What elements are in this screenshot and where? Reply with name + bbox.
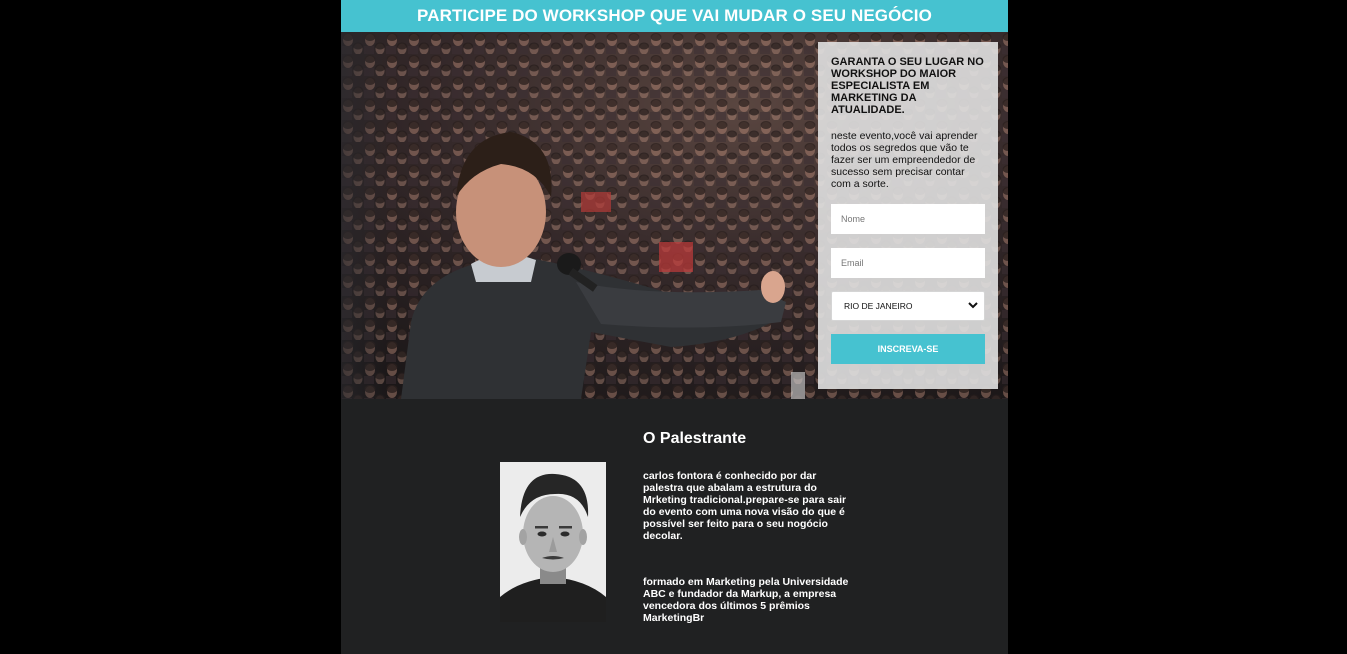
speaker-section-title: O Palestrante <box>643 430 747 447</box>
speaker-portrait <box>500 462 606 622</box>
speaker-bio-paragraph-2: formado em Marketing pela Universidade A… <box>643 576 849 624</box>
hero-section: GARANTA O SEU LUGAR NO WORKSHOP DO MAIOR… <box>341 32 1008 399</box>
speaker-section: O Palestrante carlos fontora é conhecido… <box>341 399 1008 654</box>
form-description: neste evento,você vai aprender todos os … <box>831 130 978 190</box>
signup-form-card: GARANTA O SEU LUGAR NO WORKSHOP DO MAIOR… <box>818 42 998 389</box>
landing-page: PARTICIPE DO WORKSHOP QUE VAI MUDAR O SE… <box>341 0 1008 654</box>
chevron-down-icon <box>968 302 978 309</box>
speaker-bio-paragraph-1: carlos fontora é conhecido por dar pales… <box>643 470 847 542</box>
banner-title: PARTICIPE DO WORKSHOP QUE VAI MUDAR O SE… <box>417 6 932 25</box>
city-select-value: RIO DE JANEIRO <box>844 301 913 311</box>
email-input[interactable] <box>831 248 985 278</box>
city-select[interactable]: RIO DE JANEIRO <box>831 291 985 321</box>
name-input[interactable] <box>831 204 985 234</box>
form-title: GARANTA O SEU LUGAR NO WORKSHOP DO MAIOR… <box>831 56 984 116</box>
subscribe-button[interactable]: INSCREVA-SE <box>831 334 985 364</box>
top-banner: PARTICIPE DO WORKSHOP QUE VAI MUDAR O SE… <box>341 0 1008 32</box>
